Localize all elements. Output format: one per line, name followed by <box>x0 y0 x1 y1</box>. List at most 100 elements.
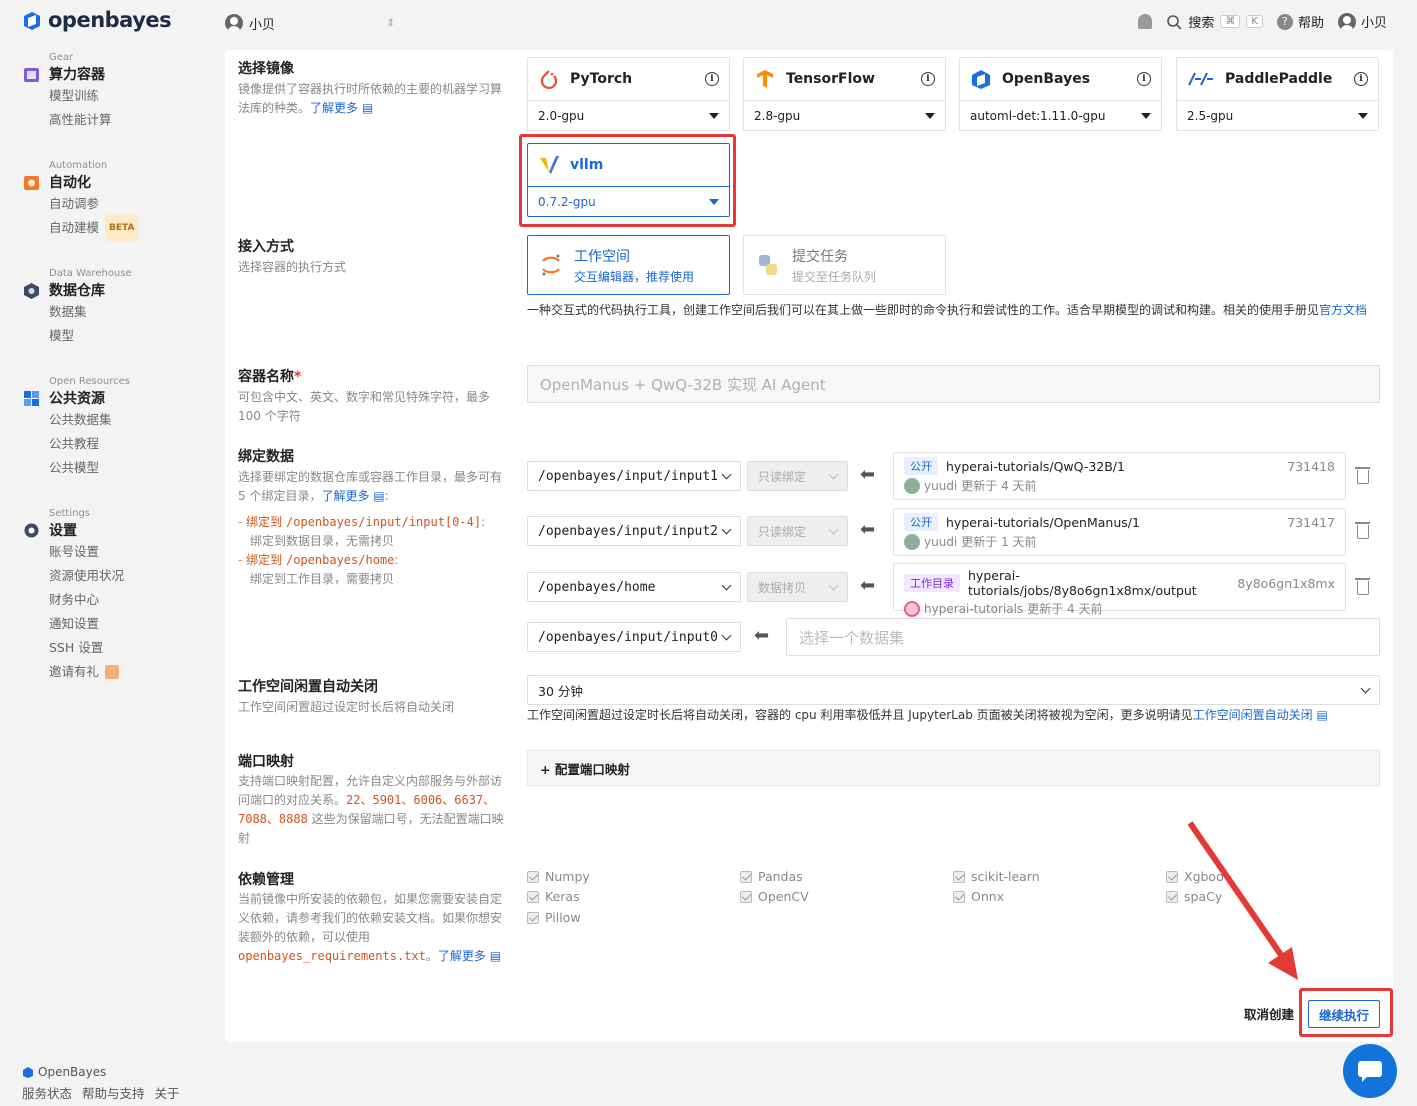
cancel-button[interactable]: 取消创建 <box>1244 1004 1294 1023</box>
info-icon[interactable]: i <box>1137 72 1151 86</box>
learn-more-link[interactable]: 了解更多 <box>438 949 486 963</box>
sidebar-item-public-datasets[interactable]: 公共数据集 <box>49 408 212 432</box>
help-button[interactable]: ? 帮助 <box>1276 12 1324 31</box>
nav-label: 算力容器 <box>49 67 105 83</box>
bind-rule-2: - 绑定到 /openbayes/home: <box>238 553 399 567</box>
nav-group-gear: Gear 算力容器 模型训练 高性能计算 <box>22 52 212 132</box>
sidebar-item-public-models[interactable]: 公共模型 <box>49 456 212 480</box>
workdir-card[interactable]: 工作目录 hyperai-tutorials/jobs/8y8o6gn1x8mx/… <box>893 563 1346 617</box>
sidebar-item-public-tutorials[interactable]: 公共教程 <box>49 432 212 456</box>
sidebar-item-account[interactable]: 账号设置 <box>49 540 212 564</box>
bind-mode-select: 只读绑定 <box>747 461 848 491</box>
access-option-task[interactable]: 提交任务 提交至任务队列 <box>743 235 946 295</box>
mount-path-select[interactable]: /openbayes/input/input2 <box>527 516 741 546</box>
section-desc-port: 支持端口映射配置，允许自定义内部服务与外部访问端口的对应关系。22、5901、6… <box>238 772 508 848</box>
footer-link-about[interactable]: 关于 <box>155 1083 180 1102</box>
dataset-search-input[interactable]: 选择一个数据集 <box>786 618 1380 656</box>
image-card-openbayes[interactable]: OpenBayes i automl-det:1.11.0-gpu <box>959 57 1162 131</box>
idle-note: 工作空间闲置超过设定时长后将自动关闭，容器的 cpu 利用率极低并且 Jupyt… <box>527 706 1380 724</box>
learn-more-link[interactable]: 了解更多 <box>310 101 358 115</box>
sidebar-item-ssh[interactable]: SSH 设置 <box>49 636 212 660</box>
access-option-workspace[interactable]: 工作空间 交互编辑器，推荐使用 <box>527 235 730 295</box>
caret-down-icon <box>925 113 935 119</box>
sidebar-item-usage[interactable]: 资源使用状况 <box>49 564 212 588</box>
version-select[interactable]: automl-det:1.11.0-gpu <box>960 100 1161 131</box>
trash-icon[interactable] <box>1355 578 1370 595</box>
image-card-tensorflow[interactable]: TensorFlow i 2.8-gpu <box>743 57 946 131</box>
sidebar-item-autotune[interactable]: 自动调参 <box>49 192 212 216</box>
bind-rule-1: - 绑定到 /openbayes/input/input[0-4]: <box>238 515 486 529</box>
chat-support-button[interactable] <box>1343 1044 1397 1098</box>
dataset-path: hyperai-tutorials/OpenManus/1 <box>946 514 1140 530</box>
dataset-card[interactable]: 公开 hyperai-tutorials/OpenManus/1 731417 yu… <box>893 508 1346 556</box>
mount-path-select[interactable]: /openbayes/input/input0 <box>527 622 741 652</box>
visibility-tag: 公开 <box>904 513 938 531</box>
idle-timeout-select[interactable]: 30 分钟 <box>527 675 1380 705</box>
container-name-input[interactable]: OpenManus + QwQ-32B 实现 AI Agent <box>527 365 1380 403</box>
search-button[interactable]: 搜索 ⌘ K <box>1166 12 1263 31</box>
account-button[interactable]: 小贝 <box>1337 12 1387 31</box>
sidebar-item-hpc[interactable]: 高性能计算 <box>49 108 212 132</box>
learn-more-link[interactable]: 了解更多 <box>321 489 369 503</box>
section-desc-access: 选择容器的执行方式 <box>238 260 347 274</box>
configure-port-mapping-button[interactable]: + 配置端口映射 <box>527 750 1380 786</box>
mount-path-select[interactable]: /openbayes/home <box>527 572 741 602</box>
official-docs-link[interactable]: 官方文档 <box>1319 303 1367 317</box>
arrow-left-icon: ⬅ <box>860 464 876 485</box>
dataset-card[interactable]: 公开 hyperai-tutorials/QwQ-32B/1 731418 yuud… <box>893 452 1346 500</box>
trash-icon[interactable] <box>1355 522 1370 539</box>
database-icon <box>24 282 39 299</box>
chevron-down-icon <box>721 524 732 534</box>
trash-icon[interactable] <box>1355 467 1370 484</box>
nav-head-warehouse[interactable]: 数据仓库 <box>22 280 212 300</box>
nav-head-automation[interactable]: 自动化 <box>22 172 212 192</box>
sidebar-item-training[interactable]: 模型训练 <box>49 84 212 108</box>
image-name: TensorFlow <box>786 71 875 87</box>
arrow-left-icon: ⬅ <box>860 519 876 540</box>
idle-docs-link[interactable]: 工作空间闲置自动关闭 <box>1193 708 1313 722</box>
chevron-down-icon <box>721 469 732 479</box>
avatar <box>904 600 920 617</box>
dep-checkbox-onnx: Onnx <box>953 889 1004 904</box>
openbayes-small-icon <box>23 1067 33 1078</box>
info-icon[interactable]: i <box>1354 72 1368 86</box>
sidebar-item-datasets[interactable]: 数据集 <box>49 300 212 324</box>
nav-label: 自动化 <box>49 175 91 191</box>
nav-head-compute[interactable]: 算力容器 <box>22 64 212 84</box>
version-select[interactable]: 2.0-gpu <box>528 100 729 131</box>
access-note: 一种交互式的代码执行工具，创建工作空间后我们可以在其上做一些即时的命令执行和尝试… <box>527 301 1380 320</box>
rule-path: /openbayes/input/input[0-4] <box>286 515 482 529</box>
continue-button[interactable]: 继续执行 <box>1308 1000 1380 1028</box>
red-arrow-annotation <box>1187 821 1298 980</box>
version-select[interactable]: 2.8-gpu <box>744 100 945 131</box>
search-label: 搜索 <box>1188 16 1215 31</box>
sidebar-item-finance[interactable]: 财务中心 <box>49 588 212 612</box>
version-select[interactable]: 2.5-gpu <box>1177 100 1378 131</box>
mount-path-select[interactable]: /openbayes/input/input1 <box>527 461 741 491</box>
dep-label: scikit-learn <box>971 869 1040 884</box>
dep-checkbox-pillow: Pillow <box>527 910 581 925</box>
info-icon[interactable]: i <box>705 72 719 86</box>
sidebar-item-invite[interactable]: 邀请有礼 <box>49 660 212 684</box>
caret-down-icon <box>709 113 719 119</box>
openbayes-logo-icon <box>24 12 40 30</box>
nav-head-settings[interactable]: 设置 <box>22 520 212 540</box>
section-title-name: 容器名称* <box>238 366 301 386</box>
image-card-paddlepaddle[interactable]: PaddlePaddle i 2.5-gpu <box>1176 57 1379 131</box>
footer-link-help[interactable]: 帮助与支持 <box>82 1083 145 1102</box>
workspace-user-select[interactable]: 小贝 ⇕ <box>225 12 395 34</box>
logo[interactable]: openbayes <box>22 8 172 32</box>
bell-icon[interactable] <box>1138 14 1153 29</box>
nav-head-public[interactable]: 公共资源 <box>22 388 212 408</box>
sidebar-item-automl[interactable]: 自动建模 BETA <box>49 215 212 241</box>
dataset-id: 731417 <box>1287 514 1335 530</box>
footer-link-status[interactable]: 服务状态 <box>22 1083 72 1102</box>
dataset-path: hyperai-tutorials/jobs/8y8o6gn1x8mx/outp… <box>968 568 1197 598</box>
info-icon[interactable]: i <box>921 72 935 86</box>
nav-label: 公共资源 <box>49 391 105 407</box>
chevron-down-icon <box>828 469 839 479</box>
sidebar-item-notifications[interactable]: 通知设置 <box>49 612 212 636</box>
sidebar-item-models[interactable]: 模型 <box>49 324 212 348</box>
continue-label: 继续执行 <box>1318 1007 1369 1023</box>
image-card-pytorch[interactable]: PyTorch i 2.0-gpu <box>527 57 730 131</box>
